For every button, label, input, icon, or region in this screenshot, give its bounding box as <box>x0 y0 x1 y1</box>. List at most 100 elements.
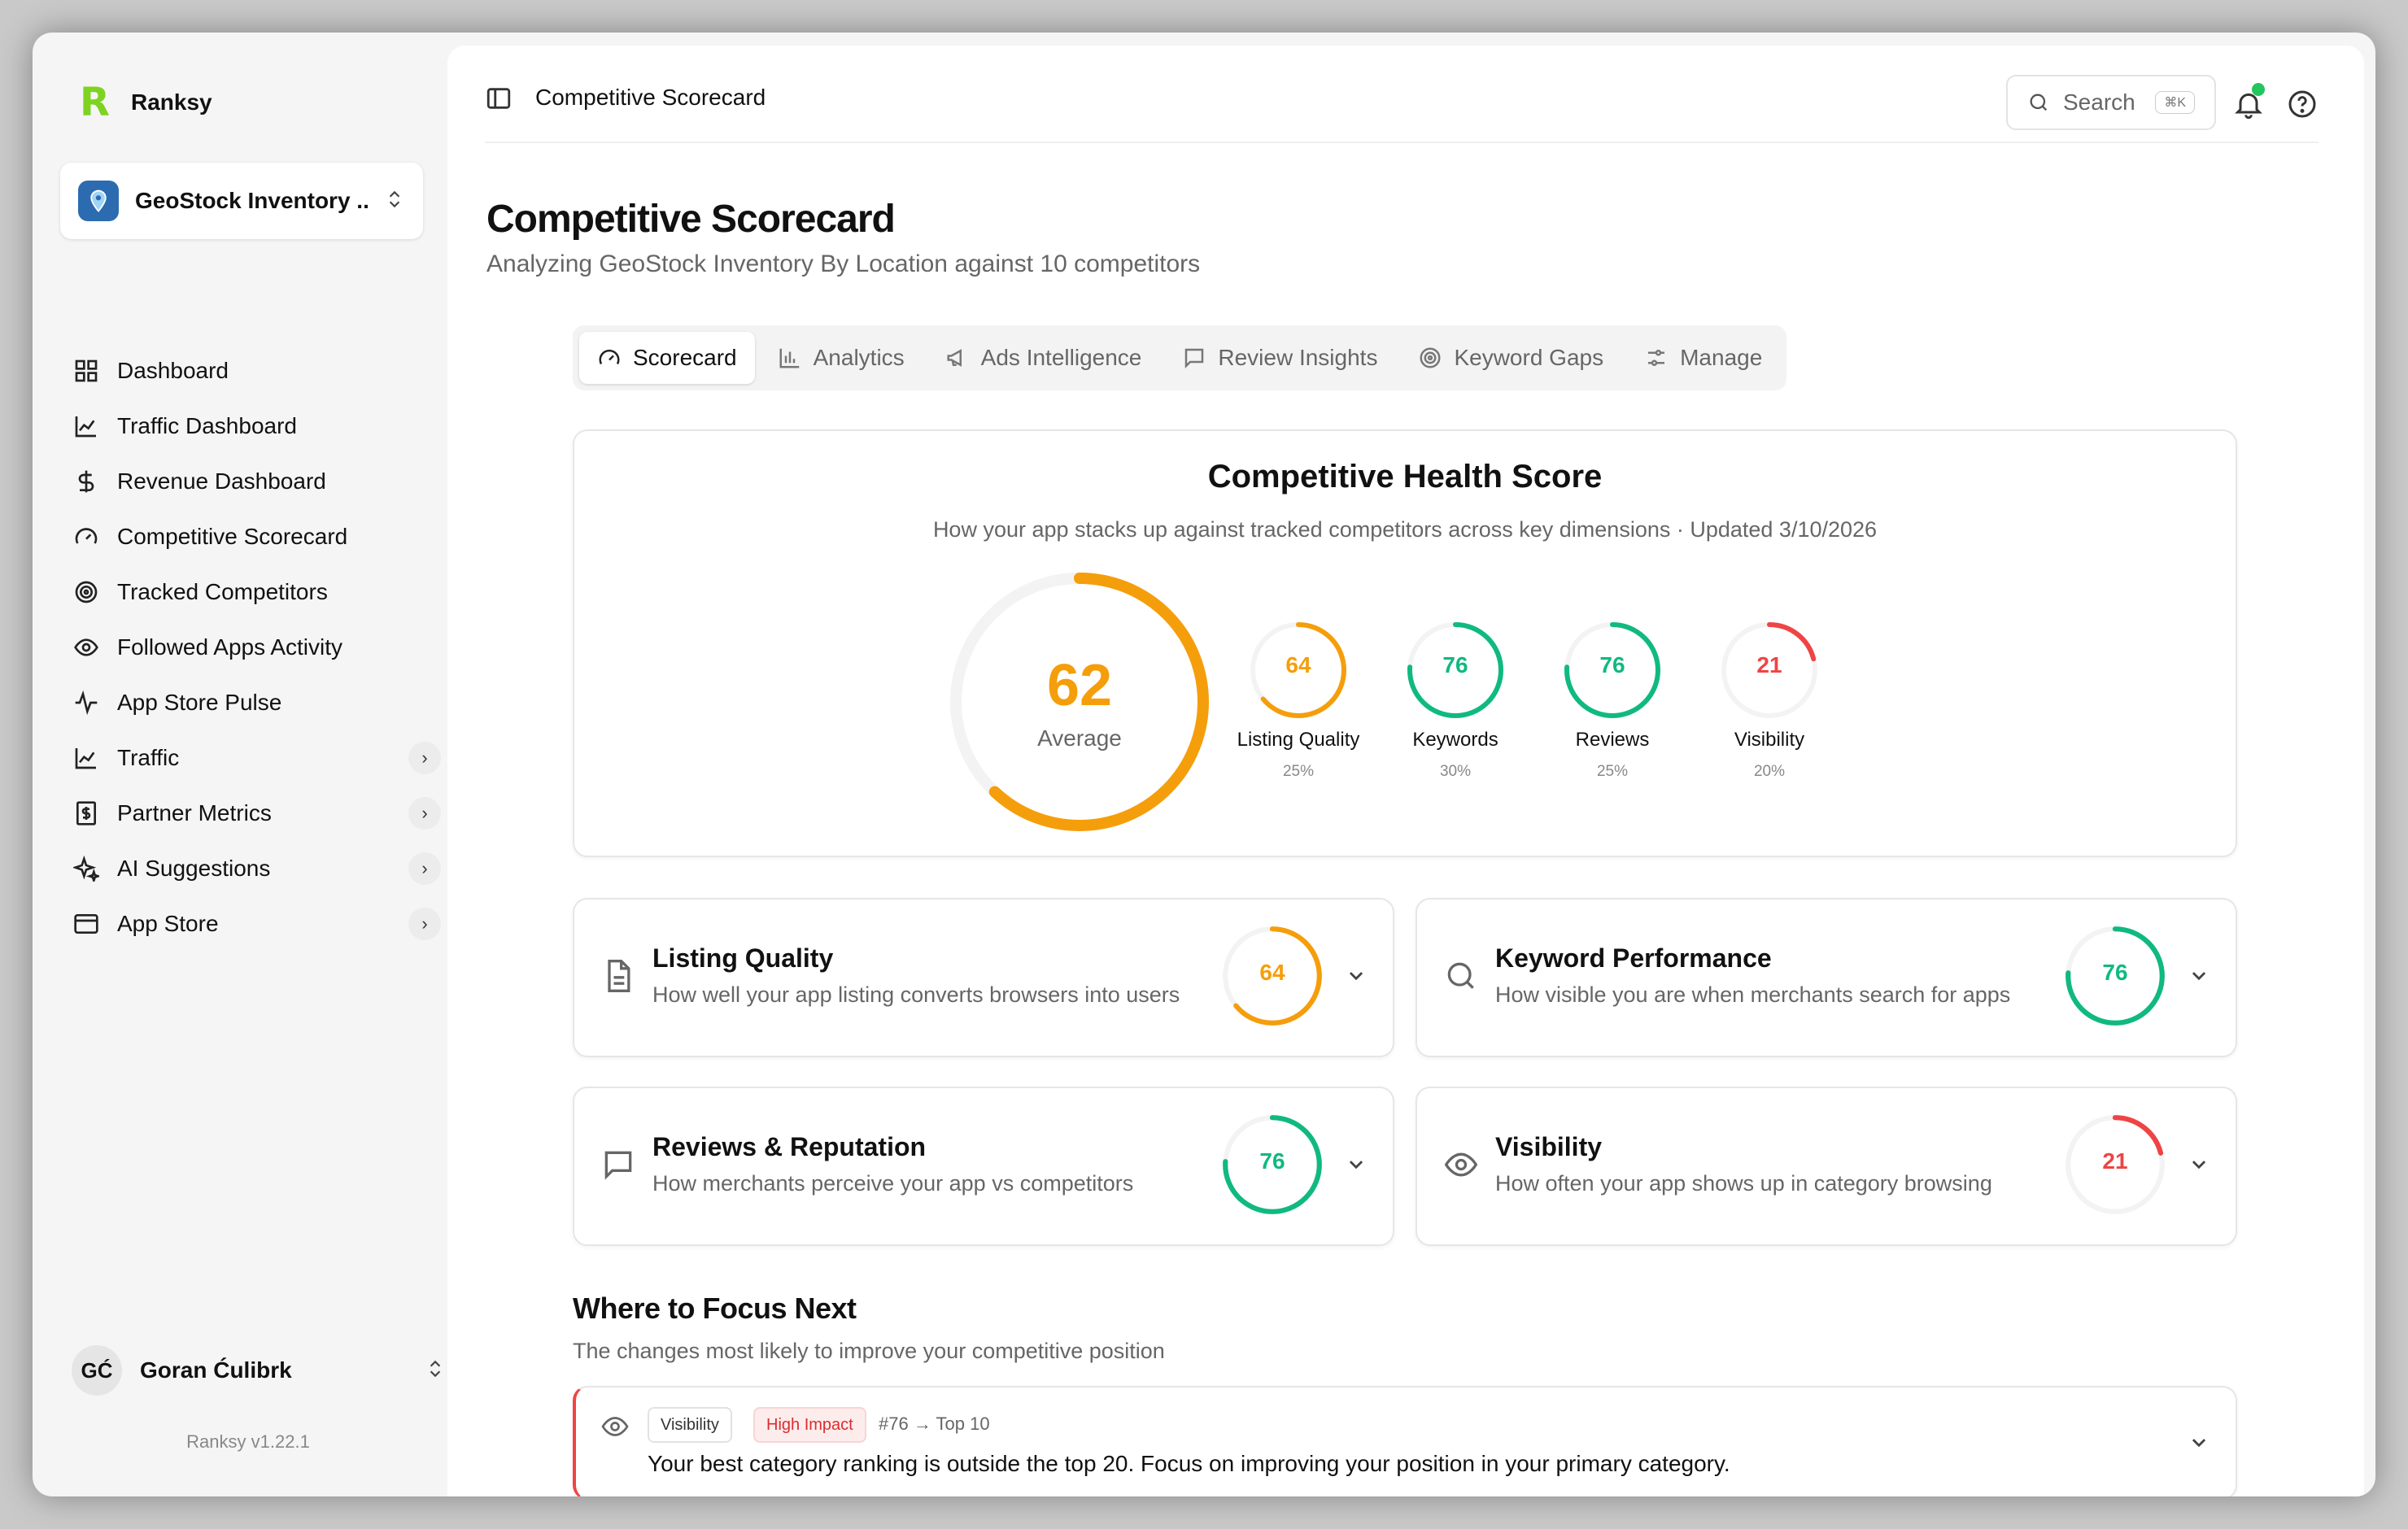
average-label: Average <box>1037 725 1122 751</box>
sidebar-item-label: App Store Pulse <box>117 690 282 715</box>
sidebar-item-label: Dashboard <box>117 358 229 383</box>
dimension-card-keyword-performance[interactable]: Keyword Performance How visible you are … <box>1416 898 2237 1057</box>
sidebar-item-label: Followed Apps Activity <box>117 634 343 660</box>
mini-weight: 25% <box>1596 763 1629 780</box>
pulse-icon <box>75 690 98 716</box>
sidebar-item-tracked-competitors[interactable]: Tracked Competitors <box>68 564 451 620</box>
tab-review-insights[interactable]: Review Insights <box>1164 332 1395 384</box>
dimension-desc: How visible you are when merchants searc… <box>1495 982 2011 1007</box>
dimension-card-visibility[interactable]: Visibility How often your app shows up i… <box>1416 1087 2237 1246</box>
search-label: Search <box>2063 89 2135 115</box>
mini-weight: 30% <box>1439 763 1472 780</box>
mini-label: Visibility <box>1734 729 1805 751</box>
sidebar-item-app-store-pulse[interactable]: App Store Pulse <box>68 675 451 730</box>
app-pin-icon <box>78 181 119 221</box>
sidebar: R Ranksy GeoStock Inventory ... Dashboar… <box>33 33 464 1496</box>
chevron-right-icon[interactable]: › <box>408 797 441 830</box>
user-name: Goran Ćulibrk <box>140 1357 292 1383</box>
health-subtitle: How your app stacks up against tracked c… <box>932 517 1878 542</box>
chat-icon <box>1185 348 1204 369</box>
search-icon <box>1447 962 1474 989</box>
sidebar-item-traffic-dashboard[interactable]: Traffic Dashboard <box>68 399 451 454</box>
focus-title: Where to Focus Next <box>573 1292 857 1325</box>
mini-gauge-visibility: 21 Visibility 20% <box>1688 620 1851 781</box>
impact-badge: High Impact <box>753 1407 866 1443</box>
chevron-down-icon[interactable] <box>2185 1150 2213 1178</box>
tab-scorecard[interactable]: Scorecard <box>579 332 755 384</box>
sidebar-item-label: Traffic Dashboard <box>117 413 297 438</box>
help-icon[interactable] <box>2286 88 2319 120</box>
mini-weight: 25% <box>1282 763 1315 780</box>
dimension-score: 21 <box>2102 1148 2128 1174</box>
tab-label: Review Insights <box>1218 345 1378 370</box>
sidebar-item-traffic[interactable]: Traffic › <box>68 730 451 786</box>
tab-manage[interactable]: Manage <box>1626 332 1780 384</box>
rank-change: #76 → Top 10 <box>879 1414 990 1434</box>
chevron-down-icon[interactable] <box>1342 1150 1370 1178</box>
dimension-desc: How often your app shows up in category … <box>1495 1171 1992 1196</box>
brand-name: Ranksy <box>130 89 212 115</box>
tab-label: Ads Intelligence <box>980 345 1142 370</box>
app-window: R Ranksy GeoStock Inventory ... Dashboar… <box>33 33 2375 1496</box>
tab-analytics[interactable]: Analytics <box>760 332 923 384</box>
sidebar-toggle-icon[interactable] <box>485 85 513 112</box>
search-button[interactable]: Search ⌘K <box>2006 75 2216 130</box>
dimension-desc: How merchants perceive your app vs compe… <box>652 1171 1134 1196</box>
tab-keyword-gaps[interactable]: Keyword Gaps <box>1400 332 1621 384</box>
dimension-card-listing-quality[interactable]: Listing Quality How well your app listin… <box>573 898 1394 1057</box>
chevron-right-icon[interactable]: › <box>408 742 441 774</box>
gauge-icon <box>599 349 620 365</box>
focus-subtitle: The changes most likely to improve your … <box>573 1339 1165 1363</box>
gauge-icon <box>75 528 98 544</box>
breadcrumb: Competitive Scorecard <box>535 85 766 110</box>
dimension-title: Listing Quality <box>652 943 834 973</box>
eye-icon <box>74 638 98 656</box>
brand[interactable]: R Ranksy <box>80 80 212 125</box>
sidebar-item-app-store[interactable]: App Store › <box>68 896 451 952</box>
sidebar-item-label: Revenue Dashboard <box>117 468 326 494</box>
tab-label: Scorecard <box>633 345 737 370</box>
sidebar-item-followed-apps[interactable]: Followed Apps Activity <box>68 620 451 675</box>
dimension-desc: How well your app listing converts brows… <box>652 982 1180 1007</box>
dollar-icon <box>78 470 94 493</box>
chevron-down-icon[interactable] <box>2185 1428 2213 1456</box>
user-menu[interactable]: GĆ Goran Ćulibrk <box>72 1342 446 1399</box>
sidebar-item-label: App Store <box>117 911 219 936</box>
avatar: GĆ <box>72 1345 122 1396</box>
brand-logo: R <box>80 80 110 125</box>
app-switcher-name: GeoStock Inventory ... <box>135 188 368 213</box>
sidebar-item-dashboard[interactable]: Dashboard <box>68 343 451 399</box>
tab-label: Manage <box>1680 345 1763 370</box>
page-title: Competitive Scorecard <box>486 198 896 241</box>
sidebar-item-revenue-dashboard[interactable]: Revenue Dashboard <box>68 454 451 509</box>
dimension-score: 76 <box>1259 1148 1285 1174</box>
chevron-right-icon[interactable]: › <box>408 852 441 885</box>
dimension-card-reviews[interactable]: Reviews & Reputation How merchants perce… <box>573 1087 1394 1246</box>
receipt-icon <box>76 801 96 825</box>
notification-dot <box>2252 83 2265 96</box>
sidebar-item-label: AI Suggestions <box>117 856 271 881</box>
sidebar-item-ai-suggestions[interactable]: AI Suggestions › <box>68 841 451 896</box>
chevron-down-icon[interactable] <box>1342 961 1370 989</box>
sidebar-item-label: Partner Metrics <box>117 800 272 825</box>
chevron-right-icon[interactable]: › <box>408 908 441 940</box>
document-icon <box>608 960 630 992</box>
sliders-icon <box>1648 350 1665 366</box>
recommendation-item[interactable]: Visibility High Impact #76 → Top 10 Your… <box>573 1386 2237 1496</box>
mini-label: Listing Quality <box>1237 729 1360 751</box>
area-chart-icon <box>75 748 96 769</box>
sidebar-item-competitive-scorecard[interactable]: Competitive Scorecard <box>68 509 451 564</box>
sidebar-item-partner-metrics[interactable]: Partner Metrics › <box>68 786 451 841</box>
tab-ads-intelligence[interactable]: Ads Intelligence <box>927 332 1160 384</box>
grid-icon <box>75 359 98 382</box>
dimension-score: 64 <box>1259 960 1285 985</box>
chevron-down-icon[interactable] <box>2185 961 2213 989</box>
bar-chart-icon <box>779 348 799 368</box>
average-score: 62 <box>1046 653 1113 718</box>
mini-gauge-reviews: 76 Reviews 25% <box>1531 620 1694 781</box>
search-shortcut: ⌘K <box>2155 91 2195 114</box>
mini-gauge-listing-quality: 64 Listing Quality 25% <box>1217 620 1380 781</box>
app-switcher[interactable]: GeoStock Inventory ... <box>60 163 423 239</box>
page-subtitle: Analyzing GeoStock Inventory By Location… <box>486 250 1201 277</box>
dimension-title: Reviews & Reputation <box>652 1132 927 1161</box>
